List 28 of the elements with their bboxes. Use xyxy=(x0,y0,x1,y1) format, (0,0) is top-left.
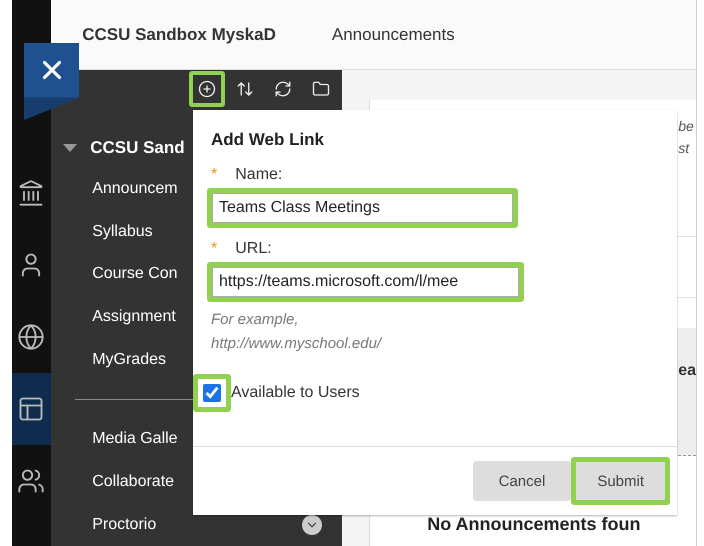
required-mark: * xyxy=(211,166,218,184)
empty-message: No Announcements foun xyxy=(427,514,641,535)
input-field[interactable]: https://teams.microsoft.com/l/mee xyxy=(207,262,524,302)
page-title: Announcements xyxy=(332,24,455,44)
field-hint: For example, http://www.myschool.edu/ xyxy=(210,310,384,354)
note-text: be xyxy=(678,118,694,134)
input-field[interactable]: Teams Class Meetings xyxy=(207,188,518,228)
chevron-icon[interactable] xyxy=(302,514,322,535)
expand-triangle-icon[interactable] xyxy=(63,144,78,152)
section-heading: ea xyxy=(678,362,696,379)
required-mark: * xyxy=(211,240,218,258)
refresh-icon[interactable] xyxy=(274,80,292,98)
course-title: CCSU Sandbox MyskaD xyxy=(82,24,276,44)
submit-button[interactable]: Submit xyxy=(571,457,670,505)
add-button[interactable] xyxy=(189,71,226,108)
menu-item[interactable]: Proctorio xyxy=(51,503,342,546)
checkbox[interactable] xyxy=(203,384,221,402)
folder-icon[interactable] xyxy=(312,80,330,98)
dialog-title: Add Web Link xyxy=(210,129,326,150)
menu-course-title: CCSU Sand xyxy=(90,138,185,158)
checkbox-label: Available to Users xyxy=(231,384,360,402)
add-icon[interactable] xyxy=(198,80,216,98)
note-text: st xyxy=(678,140,690,156)
field-label: URL: xyxy=(235,240,272,258)
field-label: Name: xyxy=(235,166,282,184)
layout-icon[interactable] xyxy=(12,373,52,445)
cancel-button[interactable]: Cancel xyxy=(472,461,572,501)
sort-arrows-icon[interactable] xyxy=(236,80,254,98)
